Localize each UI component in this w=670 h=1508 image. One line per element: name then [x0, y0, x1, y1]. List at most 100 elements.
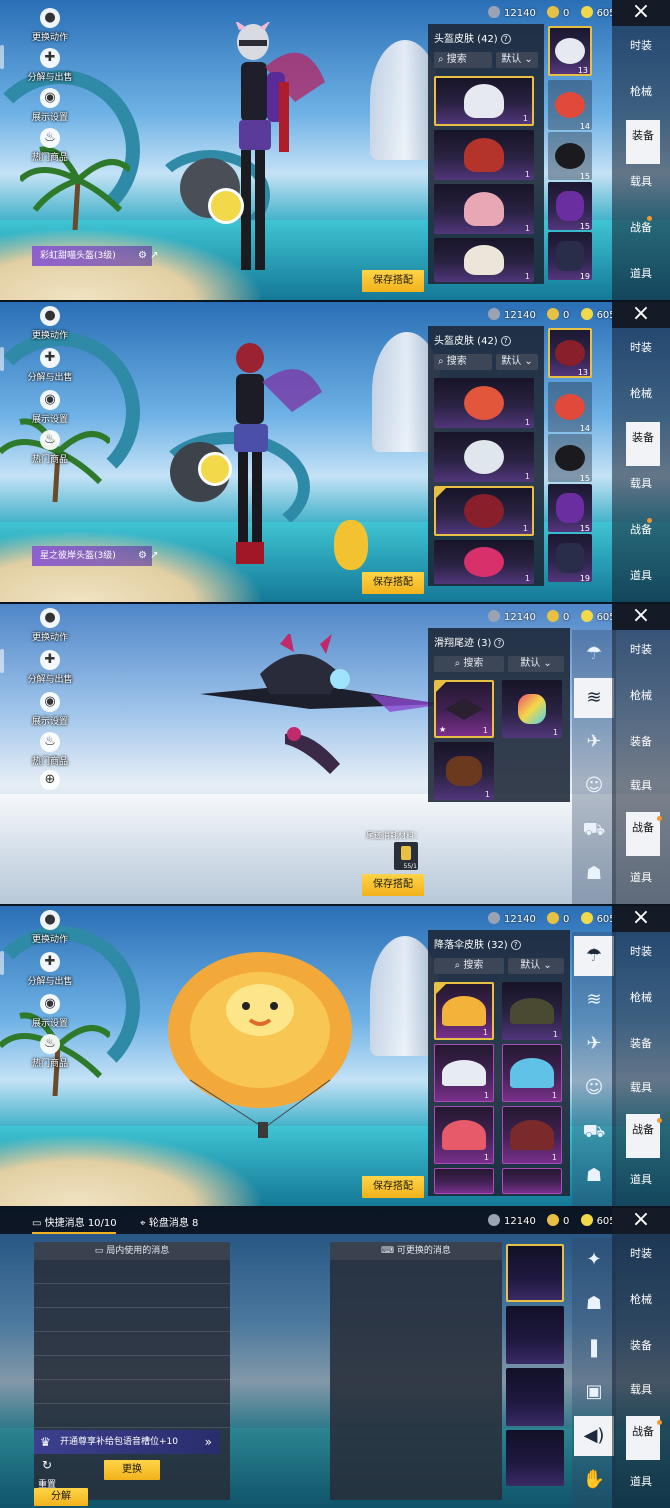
message-slot[interactable] — [34, 1308, 230, 1332]
tab-weapon[interactable]: 枪械 — [612, 76, 670, 120]
search-input[interactable]: ⌕ 搜索 — [434, 958, 504, 974]
tab-combat[interactable]: 战备 — [626, 812, 662, 856]
tab-items[interactable]: 道具 — [612, 1164, 670, 1206]
tab-vehicle[interactable]: 载具 — [612, 468, 670, 512]
close-button[interactable]: × — [612, 302, 670, 328]
helmet-item[interactable]: 1 — [434, 76, 534, 126]
display-settings-button[interactable]: ◉ 展示设置 — [24, 692, 76, 727]
tab-vehicle[interactable]: 载具 — [612, 1374, 670, 1418]
plane-category-icon[interactable]: ✈ — [574, 722, 614, 762]
tab-weapon[interactable]: 枪械 — [612, 1284, 670, 1328]
sort-dropdown[interactable]: 默认 ⌄ — [496, 52, 538, 68]
close-button[interactable]: × — [612, 906, 670, 932]
helmet-item[interactable]: 1 — [434, 184, 534, 234]
material-slot[interactable]: 55/1 — [394, 842, 418, 870]
tab-items[interactable]: 道具 — [612, 258, 670, 300]
tab-vehicle[interactable]: 载具 — [612, 770, 670, 814]
voice-category-icon[interactable]: ◀) — [574, 1416, 614, 1456]
tab-fashion[interactable]: 时装 — [612, 30, 670, 74]
helmet-item[interactable]: 1 — [434, 540, 534, 584]
parachute-item[interactable]: 1 — [502, 982, 562, 1040]
image-category-icon[interactable]: ▣ — [574, 1372, 614, 1412]
crate-category-icon[interactable]: ⛟ — [574, 1112, 614, 1152]
tab-combat[interactable]: 战备 — [626, 1114, 662, 1158]
search-input[interactable]: ⌕ 搜索 — [434, 656, 504, 672]
equip-slot[interactable]: 15 — [548, 132, 592, 181]
display-settings-button[interactable]: ◉ 展示设置 — [24, 390, 76, 425]
gesture-category-icon[interactable]: ✋ — [574, 1460, 614, 1500]
zoom-button[interactable]: ⊕ — [24, 770, 76, 790]
display-settings-button[interactable]: ◉ 展示设置 — [24, 994, 76, 1029]
message-slot[interactable] — [34, 1404, 230, 1428]
tab-vehicle[interactable]: 载具 — [612, 166, 670, 210]
decompose-button[interactable]: ✚ 分解与出售 — [24, 48, 76, 83]
plane-category-icon[interactable]: ✈ — [574, 1024, 614, 1064]
reset-button[interactable]: ↻ 重置 — [38, 1458, 56, 1491]
tab-fashion[interactable]: 时装 — [612, 936, 670, 980]
close-button[interactable]: × — [612, 0, 670, 26]
tab-items[interactable]: 道具 — [612, 862, 670, 904]
tab-equipment[interactable]: 装备 — [612, 1028, 670, 1072]
tab-weapon[interactable]: 枪械 — [612, 982, 670, 1026]
glide-trail-category-icon[interactable]: ≋ — [574, 678, 614, 718]
search-input[interactable]: ⌕ 搜索 — [434, 52, 492, 68]
save-outfit-button[interactable]: 保存搭配 — [362, 572, 424, 594]
display-settings-button[interactable]: ◉ 展示设置 — [24, 88, 76, 123]
helmet-item[interactable]: 1 — [434, 378, 534, 428]
parachute-item[interactable]: 1 — [502, 1106, 562, 1164]
equip-slot[interactable]: 14 — [548, 80, 592, 131]
equip-slot[interactable]: 15 — [548, 182, 592, 231]
helmet-item[interactable]: 1 — [434, 130, 534, 180]
glide-trail-category-icon[interactable]: ≋ — [574, 980, 614, 1020]
tab-combat[interactable]: 战备 — [626, 1416, 662, 1460]
tab-items[interactable]: 道具 — [612, 560, 670, 602]
tab-items[interactable]: 道具 — [612, 1466, 670, 1508]
equip-slot-helmet[interactable]: 13 — [548, 328, 592, 378]
equip-slot[interactable]: 15 — [548, 434, 592, 483]
message-slot[interactable] — [34, 1356, 230, 1380]
equip-slot[interactable]: 19 — [548, 534, 592, 583]
hot-items-button[interactable]: ♨ 热门商品 — [24, 430, 76, 465]
sort-dropdown[interactable]: 默认 ⌄ — [508, 958, 564, 974]
hot-items-button[interactable]: ♨ 热门商品 — [24, 1034, 76, 1069]
helmet-item[interactable]: 1 — [434, 432, 534, 482]
tab-equipment[interactable]: 装备 — [626, 422, 660, 466]
voice-slot[interactable] — [506, 1306, 564, 1364]
change-action-button[interactable]: ● 更换动作 — [24, 910, 76, 945]
parachute-category-icon[interactable]: ☂ — [574, 936, 614, 976]
equip-slot[interactable]: 15 — [548, 484, 592, 533]
sort-dropdown[interactable]: 默认 ⌄ — [496, 354, 538, 370]
message-slot[interactable] — [34, 1380, 230, 1404]
robot-category-icon[interactable]: ☗ — [574, 1284, 614, 1324]
message-slot[interactable] — [34, 1332, 230, 1356]
tab-vehicle[interactable]: 载具 — [612, 1072, 670, 1116]
helmet-item[interactable]: 1 — [434, 486, 534, 536]
vip-upsell-bar[interactable]: ♛ 开通尊享补给包语音槽位+10» — [34, 1430, 220, 1454]
equip-slot-helmet[interactable]: 13 — [548, 26, 592, 76]
emote-category-icon[interactable]: ☺ — [574, 766, 614, 806]
spray-category-icon[interactable]: ❚ — [574, 1328, 614, 1368]
trail-item[interactable]: 1 — [434, 742, 494, 800]
save-outfit-button[interactable]: 保存搭配 — [362, 874, 424, 896]
tab-combat[interactable]: 战备 — [612, 514, 670, 558]
close-button[interactable]: × — [612, 604, 670, 630]
parachute-item[interactable]: 1 — [434, 1106, 494, 1164]
tab-quick-messages[interactable]: ▭ 快捷消息 10/10 — [32, 1214, 117, 1229]
save-outfit-button[interactable]: 保存搭配 — [362, 1176, 424, 1198]
share-icons[interactable]: ⚙ ↗ — [138, 250, 159, 261]
helmet-item[interactable]: 1 — [434, 238, 534, 282]
decompose-button[interactable]: 分解 — [34, 1488, 88, 1506]
parachute-item[interactable] — [502, 1168, 562, 1194]
share-icons[interactable]: ⚙ ↗ — [138, 550, 159, 561]
parachute-item[interactable]: 1 — [434, 982, 494, 1040]
parachute-item[interactable]: 1 — [502, 1044, 562, 1102]
tab-fashion[interactable]: 时装 — [612, 634, 670, 678]
change-action-button[interactable]: ● 更换动作 — [24, 306, 76, 341]
trail-item[interactable]: 1 — [502, 680, 562, 738]
robot-category-icon[interactable]: ☗ — [574, 854, 614, 894]
parachute-item[interactable] — [434, 1168, 494, 1194]
tab-equipment[interactable]: 装备 — [626, 120, 660, 164]
tab-combat[interactable]: 战备 — [612, 212, 670, 256]
parachute-category-icon[interactable]: ☂ — [574, 634, 614, 674]
change-action-button[interactable]: ● 更换动作 — [24, 608, 76, 643]
